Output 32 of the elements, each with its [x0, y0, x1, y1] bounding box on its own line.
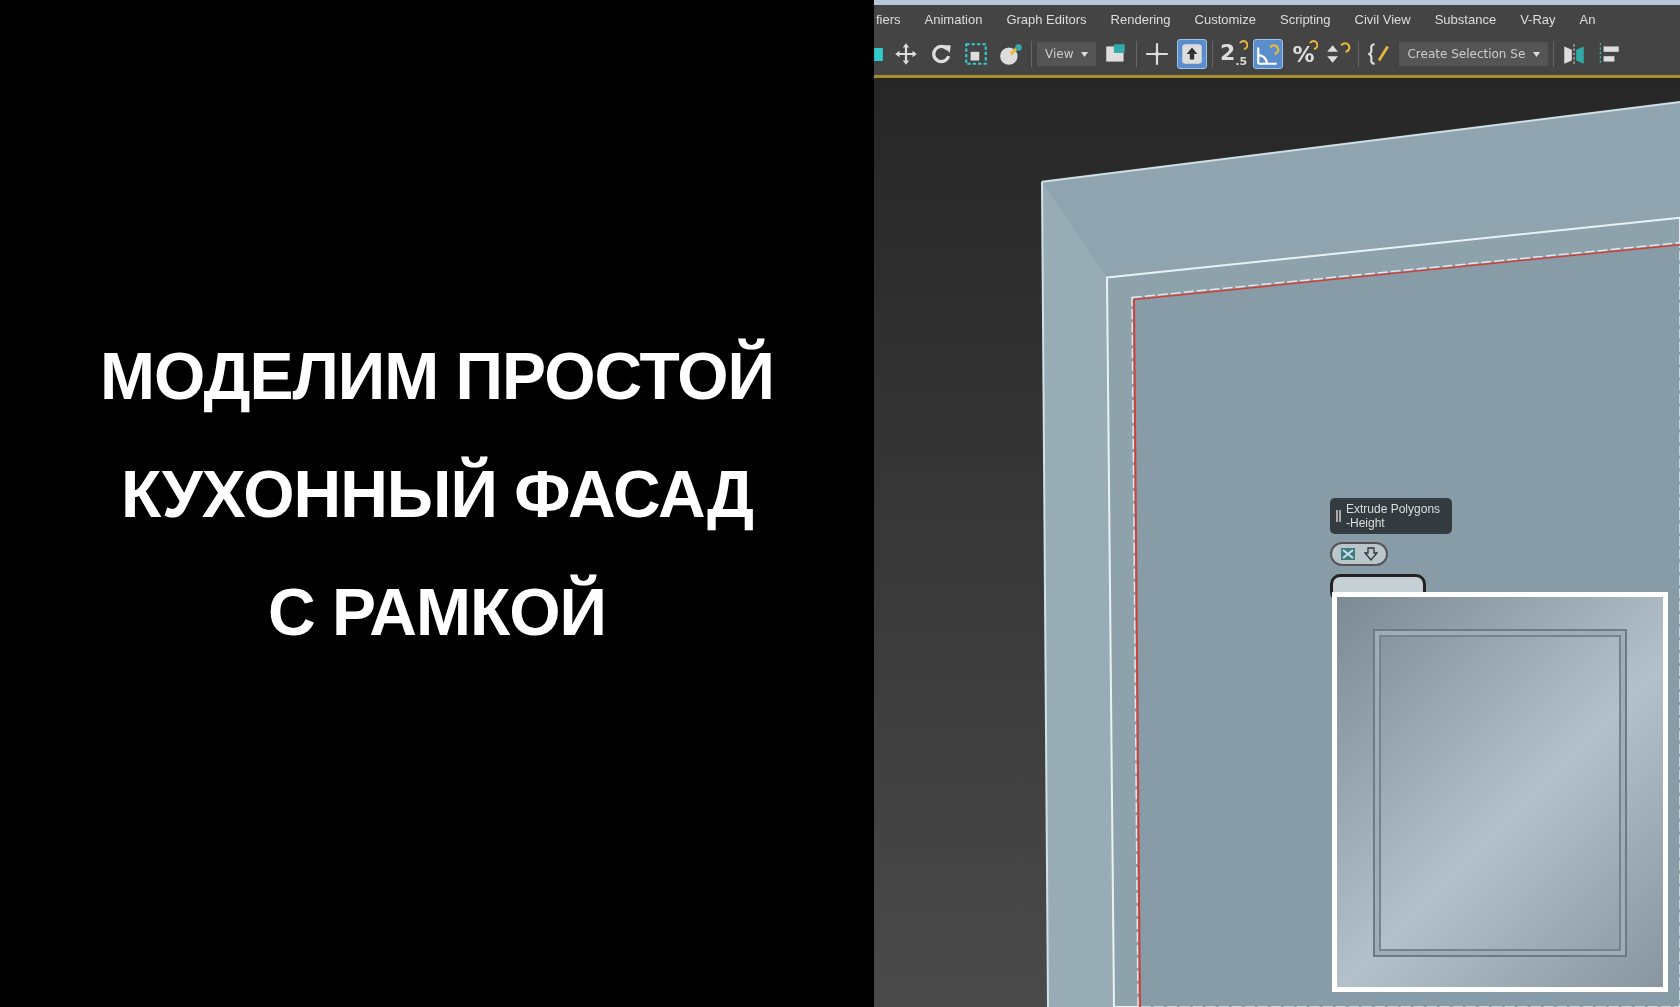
menu-item[interactable]: Substance	[1434, 11, 1497, 27]
menu-item[interactable]: V-Ray	[1520, 11, 1556, 27]
title-text: КУХОННЫЙ ФАСАД	[120, 455, 754, 533]
menu-item[interactable]: Civil View	[1354, 11, 1411, 27]
menu-item[interactable]: Rendering	[1110, 11, 1171, 27]
caddy-title-text: Extrude Polygons -Height	[1346, 502, 1442, 530]
caret-icon	[1533, 51, 1541, 57]
menu-item[interactable]: An	[1579, 11, 1596, 27]
menu-item[interactable]: Customize	[1194, 11, 1256, 27]
magnet-button[interactable]: 2$_{.5}$	[1218, 39, 1249, 69]
menu-item[interactable]: Scripting	[1280, 11, 1331, 27]
dropdown[interactable]: Create Selection Se	[1399, 42, 1549, 66]
dropdown[interactable]: View	[1037, 42, 1097, 66]
manipulate-button[interactable]	[1177, 39, 1208, 69]
grip-icon[interactable]	[1336, 510, 1341, 522]
magnet-button[interactable]: %	[1288, 39, 1319, 69]
down-arrow-icon	[1364, 547, 1378, 561]
title-text: С РАМКОЙ	[268, 573, 606, 651]
caret-icon	[1081, 51, 1089, 57]
menu-item[interactable]: fiers	[876, 11, 901, 27]
angle-snap-icon	[1255, 41, 1282, 67]
caddy-button[interactable]	[1330, 542, 1388, 566]
pivot-icon	[1144, 41, 1171, 67]
menu-item[interactable]: Graph Editors	[1006, 11, 1087, 27]
paint-icon	[998, 41, 1024, 67]
move-icon	[893, 41, 919, 67]
viewport[interactable]: Extrude Polygons -Height	[874, 78, 1680, 1007]
title-text: МОДЕЛИМ ПРОСТОЙ	[100, 337, 774, 415]
caddy-title[interactable]: Extrude Polygons -Height	[1330, 498, 1452, 534]
angle-snap-button[interactable]	[1253, 39, 1284, 69]
scale-icon	[963, 41, 989, 67]
menu-item[interactable]: Animation	[924, 11, 983, 27]
